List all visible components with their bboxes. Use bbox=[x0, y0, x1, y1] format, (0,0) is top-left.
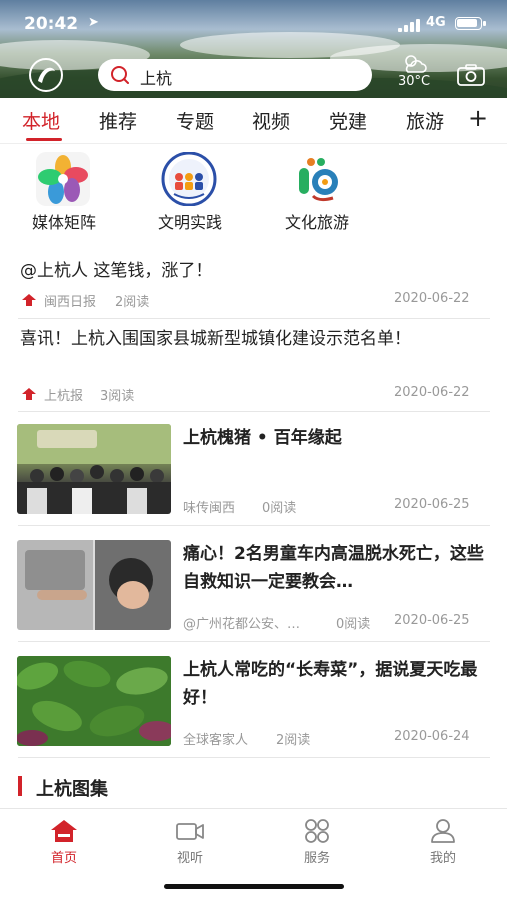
news-title: 喜讯！上杭入围国家县城新型城镇化建设示范名单！ bbox=[20, 329, 411, 349]
divider bbox=[18, 525, 490, 526]
tab-travel[interactable]: 旅游 bbox=[406, 107, 444, 134]
network-label: 4G bbox=[426, 15, 446, 30]
news-reads: 2阅读 bbox=[276, 733, 311, 748]
search-input[interactable]: 上杭 bbox=[98, 59, 372, 91]
shortcut-media-matrix[interactable]: 媒体矩阵 bbox=[14, 152, 114, 234]
home-indicator bbox=[164, 884, 344, 889]
shortcut-label: 文明实践 bbox=[157, 213, 222, 232]
battery-icon bbox=[455, 17, 486, 30]
news-reads: 0阅读 bbox=[262, 501, 297, 516]
shortcut-culture-tourism[interactable]: 文化旅游 bbox=[267, 152, 367, 234]
divider bbox=[18, 318, 490, 319]
hot-icon bbox=[22, 294, 36, 306]
nav-label: 我的 bbox=[429, 851, 456, 866]
tab-video[interactable]: 视频 bbox=[252, 107, 290, 134]
news-date: 2020-06-22 bbox=[394, 291, 470, 306]
news-source: 上杭报 bbox=[44, 389, 84, 404]
nav-label: 首页 bbox=[50, 851, 77, 866]
category-tabs: 本地 推荐 专题 视频 党建 旅游 + bbox=[0, 98, 507, 144]
news-source: 闽西日报 bbox=[44, 295, 97, 310]
weather-widget[interactable]: 30°C bbox=[394, 52, 434, 92]
news-thumbnail bbox=[17, 424, 171, 514]
home-icon bbox=[51, 820, 77, 842]
news-thumbnail bbox=[17, 540, 171, 630]
news-source: 全球客家人 bbox=[183, 733, 249, 748]
divider bbox=[18, 641, 490, 642]
grid-icon bbox=[305, 819, 329, 843]
news-date: 2020-06-24 bbox=[394, 729, 470, 744]
status-bar: 20:42 ➤ 4G bbox=[0, 10, 507, 36]
culture-tourism-icon bbox=[285, 152, 347, 206]
shortcut-label: 媒体矩阵 bbox=[31, 213, 96, 232]
active-tab-indicator bbox=[26, 138, 62, 141]
hot-icon bbox=[22, 388, 36, 400]
nav-label: 视听 bbox=[176, 851, 203, 866]
news-title: 痛心！2名男童车内高温脱水死亡，这些自救知识一定要教会… bbox=[183, 544, 484, 592]
news-title: 上杭人常吃的“长寿菜”，据说夏天吃最好！ bbox=[183, 660, 478, 708]
section-title: 上杭图集 bbox=[36, 779, 108, 800]
news-thumbnail bbox=[17, 656, 171, 746]
news-reads: 0阅读 bbox=[336, 617, 371, 632]
news-source: 味传闽西 bbox=[183, 501, 236, 516]
tab-recommend[interactable]: 推荐 bbox=[99, 107, 137, 134]
video-icon bbox=[176, 823, 204, 840]
nav-label: 服务 bbox=[303, 851, 330, 866]
add-tab-button[interactable]: + bbox=[468, 104, 488, 132]
search-icon bbox=[110, 65, 130, 85]
nav-services[interactable]: 服务 bbox=[282, 819, 352, 869]
search-text: 上杭 bbox=[140, 69, 173, 88]
weather-temp: 30°C bbox=[397, 74, 431, 89]
divider bbox=[18, 411, 490, 412]
news-reads: 2阅读 bbox=[115, 295, 150, 310]
pinwheel-icon bbox=[32, 152, 94, 206]
location-arrow-icon: ➤ bbox=[88, 15, 99, 30]
tab-topics[interactable]: 专题 bbox=[176, 107, 214, 134]
camera-icon[interactable] bbox=[457, 64, 485, 86]
news-date: 2020-06-25 bbox=[394, 613, 470, 628]
header-banner: 20:42 ➤ 4G 上杭 30°C bbox=[0, 0, 507, 98]
news-source: @广州花都公安、… bbox=[183, 617, 301, 632]
user-icon bbox=[431, 819, 455, 843]
civilization-badge-icon bbox=[158, 151, 220, 207]
app-logo-icon[interactable] bbox=[28, 57, 64, 93]
nav-video[interactable]: 视听 bbox=[155, 819, 225, 869]
signal-icon bbox=[398, 18, 422, 32]
nav-home[interactable]: 首页 bbox=[29, 819, 99, 869]
partly-cloudy-icon bbox=[405, 55, 427, 73]
divider bbox=[18, 757, 490, 758]
news-title: 上杭槐猪 • 百年缘起 bbox=[183, 428, 342, 448]
news-date: 2020-06-22 bbox=[394, 385, 470, 400]
status-time: 20:42 bbox=[24, 14, 79, 34]
news-date: 2020-06-25 bbox=[394, 497, 470, 512]
shortcut-label: 文化旅游 bbox=[284, 213, 349, 232]
tab-party[interactable]: 党建 bbox=[329, 107, 367, 134]
shortcut-civilization[interactable]: 文明实践 bbox=[140, 151, 240, 234]
tab-local[interactable]: 本地 bbox=[22, 107, 60, 134]
nav-profile[interactable]: 我的 bbox=[408, 819, 478, 869]
section-accent-bar bbox=[18, 776, 22, 796]
news-reads: 3阅读 bbox=[100, 389, 135, 404]
news-title: @上杭人 这笔钱，涨了！ bbox=[20, 261, 213, 281]
